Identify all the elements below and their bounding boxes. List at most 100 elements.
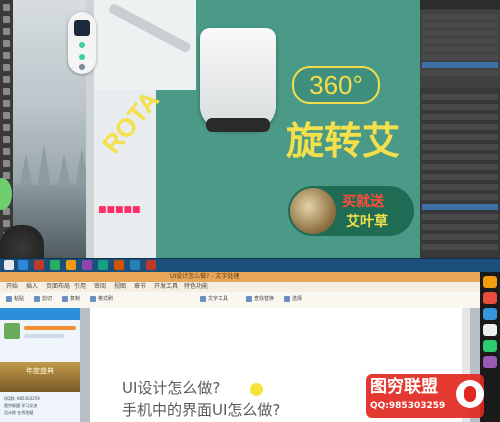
- promo-line-1: 买就送: [342, 194, 384, 210]
- layer-row[interactable]: [422, 54, 498, 60]
- menu-item[interactable]: 视图: [114, 283, 126, 291]
- crop-tool-icon[interactable]: [3, 52, 10, 59]
- app-icon[interactable]: [66, 260, 76, 270]
- layer-row[interactable]: [422, 164, 498, 170]
- qq-status-bar: [24, 326, 76, 330]
- layer-row[interactable]: [422, 214, 498, 220]
- ribbon-label[interactable]: 格式刷: [98, 295, 113, 303]
- layer-row[interactable]: [422, 38, 498, 44]
- dock-app-icon[interactable]: [483, 292, 497, 304]
- layer-row[interactable]: [422, 14, 498, 20]
- dodge-tool-icon[interactable]: [3, 160, 10, 167]
- layer-list: [420, 10, 500, 258]
- layer-row[interactable]: [422, 124, 498, 130]
- qq-header: [0, 308, 80, 320]
- word-title: UI设计怎么做? - 文字处理: [170, 273, 240, 280]
- layer-row[interactable]: [422, 104, 498, 110]
- wand-tool-icon[interactable]: [3, 40, 10, 47]
- select-icon[interactable]: [284, 296, 290, 302]
- layer-row[interactable]: [422, 224, 498, 230]
- eraser-tool-icon[interactable]: [3, 124, 10, 131]
- dock-app-icon[interactable]: [483, 276, 497, 288]
- herb-image: [290, 188, 336, 234]
- format-painter-icon[interactable]: [90, 296, 96, 302]
- ribbon-label[interactable]: 复制: [70, 295, 80, 303]
- layer-row[interactable]: [422, 174, 498, 180]
- qq-status-bar: [24, 334, 64, 338]
- layer-row[interactable]: [422, 46, 498, 52]
- layer-row[interactable]: [422, 244, 498, 250]
- remote-screen: [74, 20, 90, 36]
- ribbon-label[interactable]: 文字工具: [208, 295, 228, 303]
- document-line[interactable]: 手机中的界面UI怎么做?: [122, 400, 362, 420]
- move-tool-icon[interactable]: [3, 4, 10, 11]
- layer-row-selected[interactable]: [422, 62, 498, 68]
- app-icon[interactable]: [34, 260, 44, 270]
- brush-tool-icon[interactable]: [3, 88, 10, 95]
- layer-row-selected[interactable]: [422, 204, 498, 210]
- dock-app-icon[interactable]: [483, 324, 497, 336]
- ribbon-label[interactable]: 剪切: [42, 295, 52, 303]
- layer-row[interactable]: [422, 194, 498, 200]
- marquee-tool-icon[interactable]: [3, 16, 10, 23]
- document-line[interactable]: UI设计怎么做?: [122, 378, 342, 398]
- hand-tool-icon[interactable]: [3, 220, 10, 227]
- watermark-title: 图穷联盟: [370, 377, 438, 397]
- cursor-highlight: [250, 383, 263, 396]
- layer-row[interactable]: [422, 234, 498, 240]
- find-replace-icon[interactable]: [246, 296, 252, 302]
- dock-app-icon[interactable]: [483, 340, 497, 352]
- dock-app-icon[interactable]: [483, 356, 497, 368]
- app-icon[interactable]: [114, 260, 124, 270]
- eyedropper-tool-icon[interactable]: [3, 64, 10, 71]
- watermark-qq: QQ:985303259: [370, 401, 446, 411]
- layer-row[interactable]: [422, 70, 498, 76]
- layer-row[interactable]: [422, 114, 498, 120]
- stamp-tool-icon[interactable]: [3, 100, 10, 107]
- avatar[interactable]: [4, 323, 20, 339]
- layer-row[interactable]: [422, 134, 498, 140]
- cut-icon[interactable]: [34, 296, 40, 302]
- menu-item[interactable]: 章节: [134, 283, 146, 291]
- layer-row[interactable]: [422, 30, 498, 36]
- layer-row[interactable]: [422, 94, 498, 100]
- copy-icon[interactable]: [62, 296, 68, 302]
- flame-logo-inner: [464, 386, 476, 402]
- ribbon-label[interactable]: 选择: [292, 295, 302, 303]
- ps-toolbar: [0, 0, 14, 258]
- menu-item[interactable]: 审阅: [94, 283, 106, 291]
- app-icon[interactable]: [130, 260, 140, 270]
- lasso-tool-icon[interactable]: [3, 28, 10, 35]
- menu-item[interactable]: 插入: [26, 283, 38, 291]
- menu-item[interactable]: 开始: [6, 283, 18, 291]
- ribbon-label[interactable]: 查找替换: [254, 295, 274, 303]
- paste-icon[interactable]: [6, 296, 12, 302]
- app-icon[interactable]: [18, 260, 28, 270]
- blur-tool-icon[interactable]: [3, 148, 10, 155]
- menu-item[interactable]: 开发工具: [154, 283, 178, 291]
- heal-tool-icon[interactable]: [3, 76, 10, 83]
- layer-row[interactable]: [422, 154, 498, 160]
- layer-row[interactable]: [422, 22, 498, 28]
- layer-row[interactable]: [422, 144, 498, 150]
- history-tool-icon[interactable]: [3, 112, 10, 119]
- ps-layers-tab[interactable]: [420, 0, 500, 9]
- app-icon[interactable]: [50, 260, 60, 270]
- ribbon-label[interactable]: 粘贴: [14, 295, 24, 303]
- badge-360: 360°: [292, 66, 380, 104]
- layer-row[interactable]: [422, 184, 498, 190]
- app-icon[interactable]: [146, 260, 156, 270]
- device-base: [206, 118, 270, 132]
- app-icon[interactable]: [98, 260, 108, 270]
- menu-item[interactable]: 特色功能: [184, 283, 208, 291]
- qq-line: QQ群: 985303259: [4, 396, 40, 401]
- app-icon[interactable]: [82, 260, 92, 270]
- dock-app-icon[interactable]: [483, 308, 497, 320]
- promo-line-2: 艾叶草: [346, 214, 388, 230]
- start-icon[interactable]: [4, 260, 14, 270]
- menu-item[interactable]: 页面布局: [46, 283, 70, 291]
- menu-item[interactable]: 引用: [74, 283, 86, 291]
- canvas-title: 旋转艾: [286, 119, 401, 163]
- gradient-tool-icon[interactable]: [3, 136, 10, 143]
- text-tool-icon[interactable]: [200, 296, 206, 302]
